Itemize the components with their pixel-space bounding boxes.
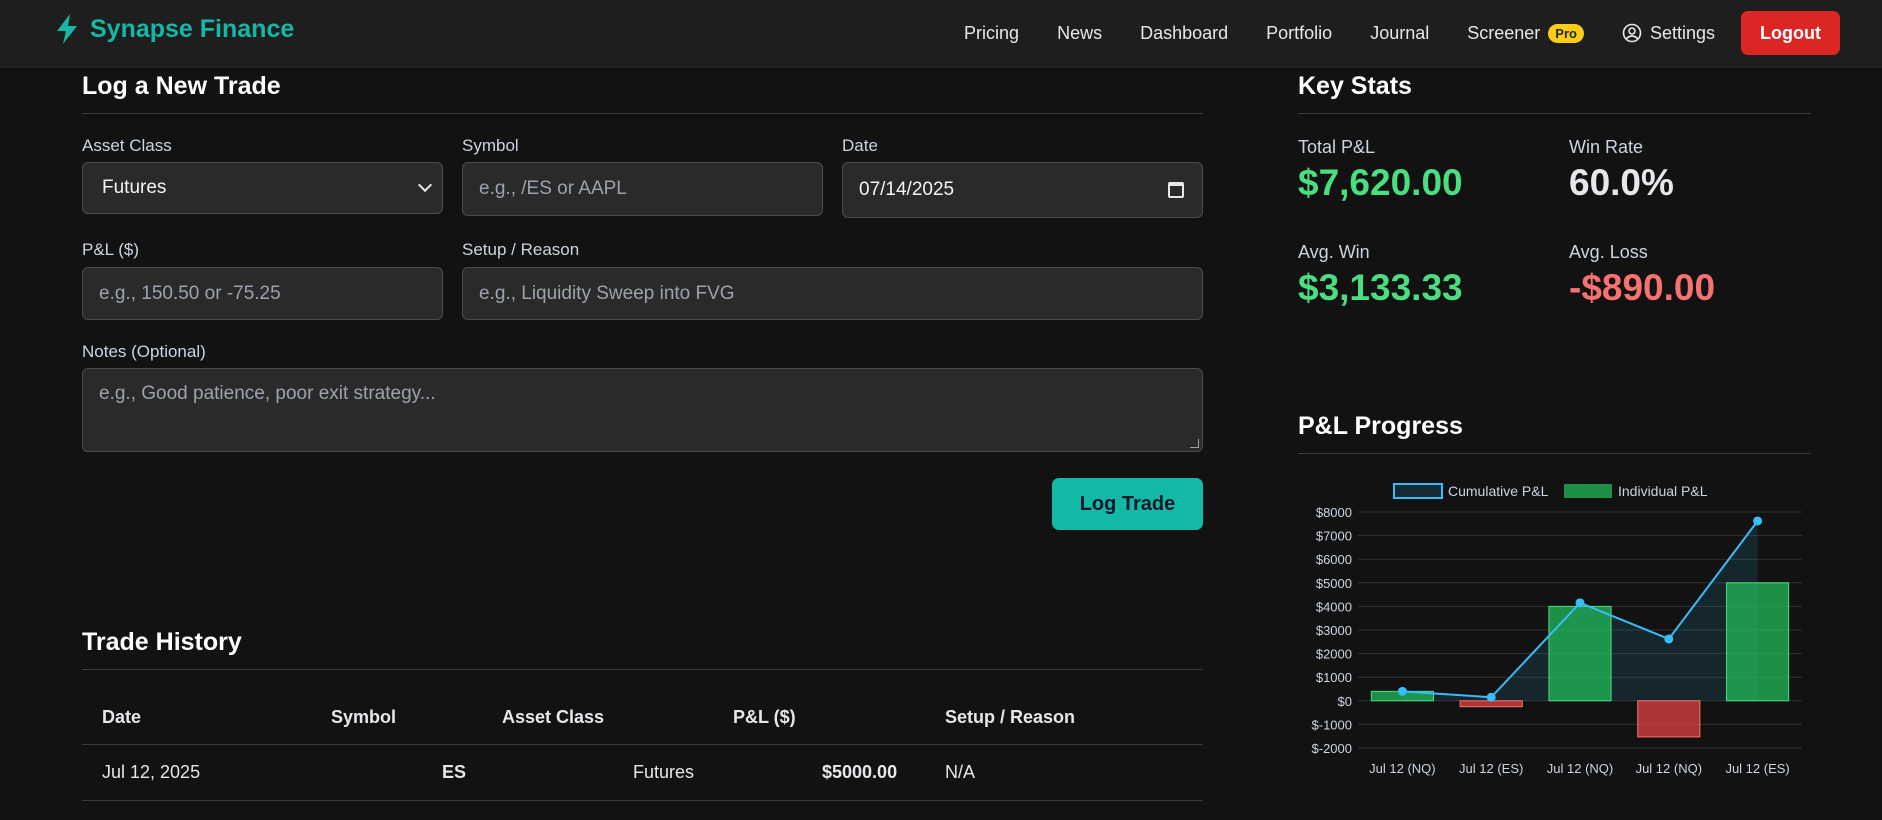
win-rate-value: 60.0% [1569,162,1674,203]
asset-class-label: Asset Class [82,136,172,155]
nav-journal[interactable]: Journal [1370,23,1429,44]
col-asset-class[interactable]: Asset Class [502,707,604,728]
nav-news[interactable]: News [1057,23,1102,44]
avg-loss-value: -$890.00 [1569,267,1716,308]
y-tick-label: $4000 [1316,599,1352,614]
brand-name: Synapse Finance [90,14,295,43]
x-tick-label: Jul 12 (ES) [1725,761,1789,776]
form-title: Log a New Trade [82,72,281,100]
notes-placeholder: e.g., Good patience, poor exit strategy.… [99,383,436,404]
user-circle-icon [1622,23,1642,43]
history-title: Trade History [82,628,242,656]
calendar-icon[interactable] [1168,182,1184,198]
log-trade-button[interactable]: Log Trade [1052,478,1203,530]
progress-title: P&L Progress [1298,412,1463,440]
avg-loss-label: Avg. Loss [1569,242,1648,262]
pnl-progress-chart: Cumulative P&L Individual P&L $8000 $7000… [1312,483,1802,776]
line-point[interactable] [1397,686,1407,696]
y-tick-label: $7000 [1316,529,1352,544]
line-point[interactable] [1486,692,1496,702]
line-point[interactable] [1575,598,1585,608]
row-symbol: ES [442,762,467,782]
col-setup[interactable]: Setup / Reason [945,707,1075,728]
y-tick-label: $2000 [1316,647,1352,662]
avg-win-label: Avg. Win [1298,242,1370,262]
top-navbar: Synapse Finance Pricing News Dashboard P… [0,0,1882,68]
pnl-placeholder: e.g., 150.50 or -75.25 [99,282,281,304]
setup-label: Setup / Reason [462,240,580,259]
x-tick-label: Jul 12 (NQ) [1636,761,1702,776]
table-header-divider [82,744,1203,745]
row-asset-class: Futures [633,762,695,782]
row-date: Jul 12, 2025 [102,762,201,782]
bar[interactable] [1637,700,1701,738]
pnl-label: P&L ($) [82,240,140,259]
y-tick-label: $8000 [1316,505,1352,520]
nav-links: Pricing News Dashboard Portfolio Journal… [926,11,1840,55]
y-axis-ticks: $8000 $7000 $6000 $5000 $4000 $3000 $2000 $1000… [1312,505,1352,756]
x-axis-ticks: Jul 12 (NQ) Jul 12 (ES) Jul 12 (NQ) Jul 12 … [1369,761,1790,776]
y-tick-label: $6000 [1316,552,1352,567]
nav-screener-label: Screener [1467,22,1541,43]
logout-button[interactable]: Logout [1741,11,1840,55]
legend-label-cumulative[interactable]: Cumulative P&L [1448,483,1549,499]
asset-class-select[interactable]: Futures [82,162,443,214]
symbol-input[interactable]: e.g., /ES or AAPL [462,162,823,216]
date-input[interactable]: 07/14/2025 [842,162,1203,218]
row-pnl: $5000.00 [822,762,898,782]
bar[interactable] [1548,605,1612,702]
y-tick-label: $0 [1338,694,1352,709]
nav-settings[interactable]: Settings [1622,23,1715,44]
y-tick-label: $-2000 [1312,741,1352,756]
col-pnl[interactable]: P&L ($) [733,707,796,728]
stats-divider [1298,113,1811,114]
nav-dashboard[interactable]: Dashboard [1140,23,1228,44]
legend-swatch-individual[interactable] [1564,484,1612,498]
date-label: Date [842,136,878,155]
nav-settings-label: Settings [1649,22,1716,43]
x-tick-label: Jul 12 (NQ) [1547,761,1613,776]
pro-badge: Pro [1548,23,1584,43]
table-row-divider [82,800,1203,801]
nav-screener[interactable]: Screener Pro [1467,23,1584,44]
setup-placeholder: e.g., Liquidity Sweep into FVG [479,282,735,304]
line-point[interactable] [1664,634,1674,644]
history-divider [82,669,1203,670]
brand-logo[interactable]: Synapse Finance [54,14,294,44]
lightning-icon [57,14,77,44]
bar[interactable] [1726,582,1790,702]
col-date[interactable]: Date [102,707,141,728]
notes-textarea[interactable]: e.g., Good patience, poor exit strategy.… [82,368,1203,452]
col-symbol[interactable]: Symbol [331,707,396,728]
date-value: 07/14/2025 [859,179,955,200]
setup-input[interactable]: e.g., Liquidity Sweep into FVG [462,267,1203,320]
symbol-label: Symbol [462,136,519,155]
resize-handle-icon[interactable] [1190,439,1199,448]
row-setup: N/A [945,762,976,782]
notes-label: Notes (Optional) [82,342,206,361]
progress-divider [1298,453,1811,454]
total-pnl-label: Total P&L [1298,137,1376,157]
y-tick-label: $1000 [1316,670,1352,685]
y-tick-label: $5000 [1316,576,1352,591]
legend-label-individual[interactable]: Individual P&L [1618,483,1708,499]
nav-pricing[interactable]: Pricing [964,23,1019,44]
win-rate-label: Win Rate [1569,137,1644,157]
chevron-down-icon [417,177,433,193]
chart-legend: Cumulative P&L Individual P&L [1393,483,1708,499]
form-divider [82,113,1203,114]
line-point[interactable] [1753,516,1763,526]
y-tick-label: $3000 [1316,623,1352,638]
avg-win-value: $3,133.33 [1298,267,1463,308]
stats-title: Key Stats [1298,72,1412,100]
asset-class-value: Futures [102,177,167,198]
symbol-placeholder: e.g., /ES or AAPL [479,178,627,199]
legend-swatch-cumulative[interactable] [1393,483,1443,499]
pnl-input[interactable]: e.g., 150.50 or -75.25 [82,267,443,320]
x-tick-label: Jul 12 (NQ) [1369,761,1435,776]
nav-portfolio[interactable]: Portfolio [1266,23,1332,44]
x-tick-label: Jul 12 (ES) [1459,761,1523,776]
total-pnl-value: $7,620.00 [1298,162,1463,203]
y-tick-label: $-1000 [1312,717,1352,732]
